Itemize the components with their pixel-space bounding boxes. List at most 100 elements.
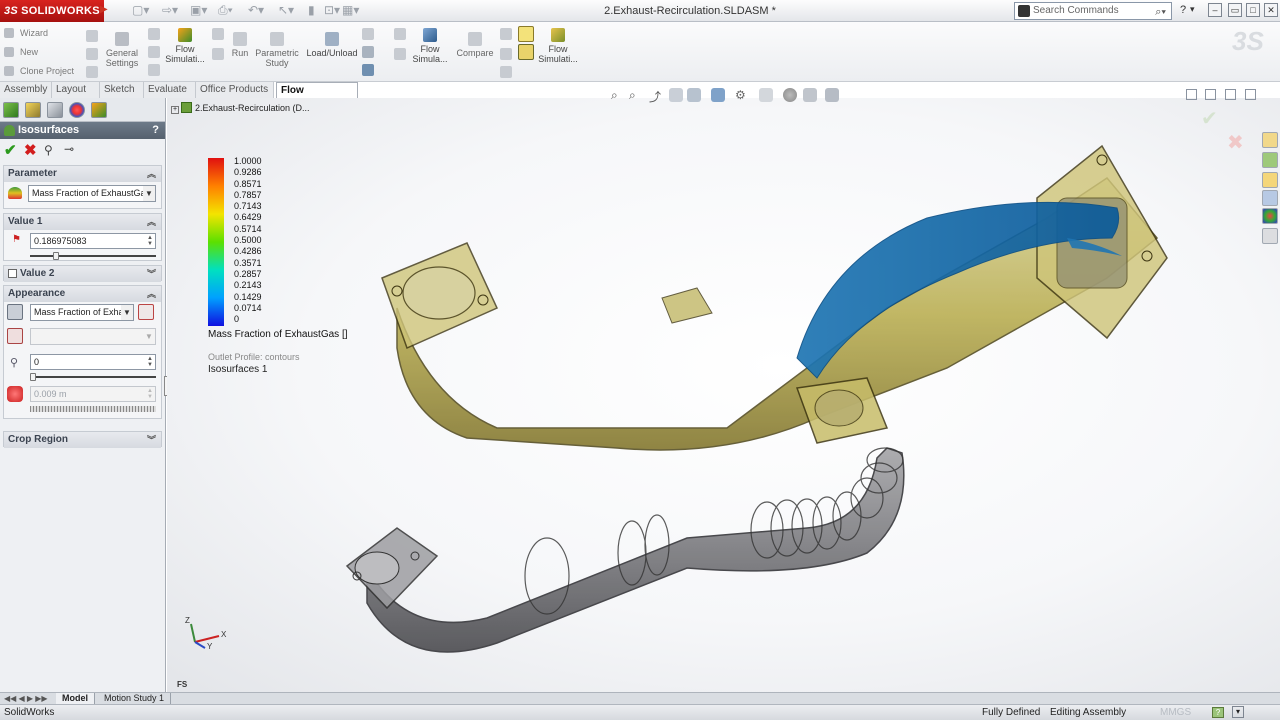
pm-help-button[interactable]: ? — [152, 122, 159, 139]
status-resize-icon[interactable]: ▾ — [1232, 706, 1244, 718]
wizard-icon — [4, 28, 14, 38]
parameter-select[interactable]: Mass Fraction of ExhaustGa ▼ — [28, 185, 156, 202]
fs-label: FS — [177, 680, 188, 689]
parametric-icon — [270, 32, 284, 46]
settings-small-icon[interactable] — [86, 30, 98, 42]
tool-small-icon-2[interactable] — [148, 46, 160, 58]
tab-evaluate[interactable]: Evaluate — [144, 82, 196, 98]
tool-small-icon-12[interactable] — [500, 48, 512, 60]
transparency-spinner[interactable]: ▲ ▼ — [146, 356, 154, 368]
dropdown-arrow-icon[interactable]: ▼ — [121, 305, 133, 320]
color-select[interactable]: ▼ — [30, 328, 156, 345]
tab-assembly[interactable]: Assembly — [0, 82, 52, 98]
search-icon[interactable]: ⌕▾ — [1155, 4, 1166, 20]
tab-office-products[interactable]: Office Products — [196, 82, 274, 98]
color-picker-icon[interactable] — [7, 328, 23, 344]
graphics-area[interactable]: +2.Exhaust-Recirculation (D... ⌕ ⌕ ⤴ ⚙ ✔… — [167, 88, 1280, 692]
tab-flow-simulation[interactable]: Flow Simulation — [276, 82, 358, 111]
appearance-header[interactable]: Appearance ︽ — [4, 286, 161, 302]
upper-pipe[interactable] — [381, 144, 1168, 451]
tool-small-icon-11[interactable] — [500, 28, 512, 40]
appearance-group: Appearance ︽ Mass Fraction of Exhau ▼ ▼ ⚲ … — [3, 285, 162, 419]
clone-project-button[interactable]: Clone Project — [4, 66, 74, 76]
value1-slider-thumb[interactable] — [52, 252, 59, 260]
view-preview-icon[interactable]: ⚲ — [44, 143, 53, 157]
value1-slider[interactable] — [30, 251, 156, 257]
value1-spinner[interactable]: ▲ ▼ — [146, 235, 154, 247]
display-manager-icon[interactable] — [69, 102, 85, 118]
mesh-size-spinner[interactable]: ▲ ▼ — [146, 388, 154, 400]
cancel-x-icon[interactable]: ✖ — [24, 141, 37, 159]
dropdown-arrow-icon[interactable]: ▼ — [143, 186, 155, 201]
dropdown-arrow-icon[interactable]: ▼ — [143, 329, 155, 344]
collapse-icon[interactable]: ︽ — [147, 214, 156, 230]
tool-small-icon-7[interactable] — [362, 46, 374, 58]
ok-check-icon[interactable]: ✔ — [4, 141, 17, 159]
tool-small-icon-4[interactable] — [212, 28, 224, 40]
configuration-manager-icon[interactable] — [47, 102, 63, 118]
tool-small-icon-10[interactable] — [394, 48, 406, 60]
restore-icon[interactable]: ▭ — [1228, 3, 1242, 17]
tab-scroll-arrows-icon[interactable]: ◀◀ ◀ ▶ ▶▶ — [4, 694, 48, 703]
tool-small-icon-5[interactable] — [212, 48, 224, 60]
expand-icon[interactable]: ︾ — [147, 432, 156, 448]
parameter-header[interactable]: Parameter ︽ — [4, 166, 161, 182]
general-settings-button[interactable]: General Settings — [104, 32, 140, 68]
tool-small-icon-6[interactable] — [362, 28, 374, 40]
axis-y-label: Y — [207, 642, 213, 651]
wizard-button[interactable]: Wizard — [4, 28, 48, 38]
search-commands-input[interactable]: Search Commands ⌕▾ — [1014, 2, 1172, 20]
value1-input[interactable]: 0.186975083 ▲ ▼ — [30, 233, 156, 249]
lower-pipe[interactable] — [345, 447, 905, 653]
tool-small-icon-8[interactable] — [362, 64, 374, 76]
load-unload-button[interactable]: Load/Unload — [306, 32, 358, 58]
mesh-size-input[interactable]: 0.009 m ▲ ▼ — [30, 386, 156, 402]
tab-layout[interactable]: Layout — [52, 82, 100, 98]
collapse-icon[interactable]: ︽ — [147, 286, 156, 302]
pin-icon[interactable]: ⊸ — [64, 142, 74, 156]
tool-small-icon[interactable] — [148, 28, 160, 40]
run-button[interactable]: Run — [228, 32, 252, 58]
maximize-icon[interactable]: □ — [1246, 3, 1260, 17]
command-manager: Wizard New Clone Project General Setting… — [0, 22, 1280, 82]
tool-small-icon-9[interactable] — [394, 28, 406, 40]
status-state: Fully Defined — [982, 707, 1041, 718]
value2-header[interactable]: Value 2 ︾ — [4, 266, 161, 282]
tool-small-icon-3[interactable] — [148, 64, 160, 76]
transparency-slider-thumb[interactable] — [30, 373, 36, 381]
color-by-select[interactable]: Mass Fraction of Exhau ▼ — [30, 304, 134, 321]
compare-button[interactable]: Compare — [455, 32, 495, 58]
compare-icon — [468, 32, 482, 46]
expand-icon[interactable]: ︾ — [147, 266, 156, 282]
value2-checkbox[interactable] — [8, 269, 17, 278]
minimize-icon[interactable]: – — [1208, 3, 1222, 17]
settings-small-icon-2[interactable] — [86, 48, 98, 60]
color-settings-icon[interactable] — [138, 304, 154, 320]
flow-simulation-button-3[interactable]: Flow Simulati... — [536, 28, 580, 64]
tool-small-icon-13[interactable] — [500, 66, 512, 78]
collapse-icon[interactable]: ︽ — [147, 166, 156, 182]
property-manager-icon[interactable] — [25, 102, 41, 118]
flow-analysis-tree-icon[interactable] — [91, 102, 107, 118]
settings-small-icon-3[interactable] — [86, 66, 98, 78]
exhaust-model[interactable] — [167, 98, 1280, 692]
transparency-slider[interactable] — [30, 372, 156, 378]
feature-tree-icon[interactable] — [3, 102, 19, 118]
help-arrow-icon[interactable]: ▾ — [1190, 4, 1195, 15]
new-project-button[interactable]: New — [4, 47, 38, 57]
flow-simulation-button-2[interactable]: Flow Simula... — [410, 28, 450, 64]
flow-simulation-button-1[interactable]: Flow Simulati... — [162, 28, 208, 64]
close-icon[interactable]: ✕ — [1264, 3, 1278, 17]
flow-sim-icon — [423, 28, 437, 42]
help-menu[interactable]: ? — [1180, 4, 1186, 16]
lightbulb-icon[interactable] — [518, 26, 534, 42]
parametric-study-button[interactable]: Parametric Study — [254, 32, 300, 68]
transparency-input[interactable]: 0 ▲ ▼ — [30, 354, 156, 370]
value1-header[interactable]: Value 1 ︽ — [4, 214, 161, 230]
status-units[interactable]: MMGS — [1160, 705, 1191, 720]
crop-region-header[interactable]: Crop Region ︾ — [4, 432, 161, 448]
results-icon[interactable] — [518, 44, 534, 60]
tab-sketch[interactable]: Sketch — [100, 82, 144, 98]
help-bubble-icon[interactable]: ? — [1212, 707, 1224, 718]
mesh-size-slider[interactable] — [30, 406, 156, 412]
